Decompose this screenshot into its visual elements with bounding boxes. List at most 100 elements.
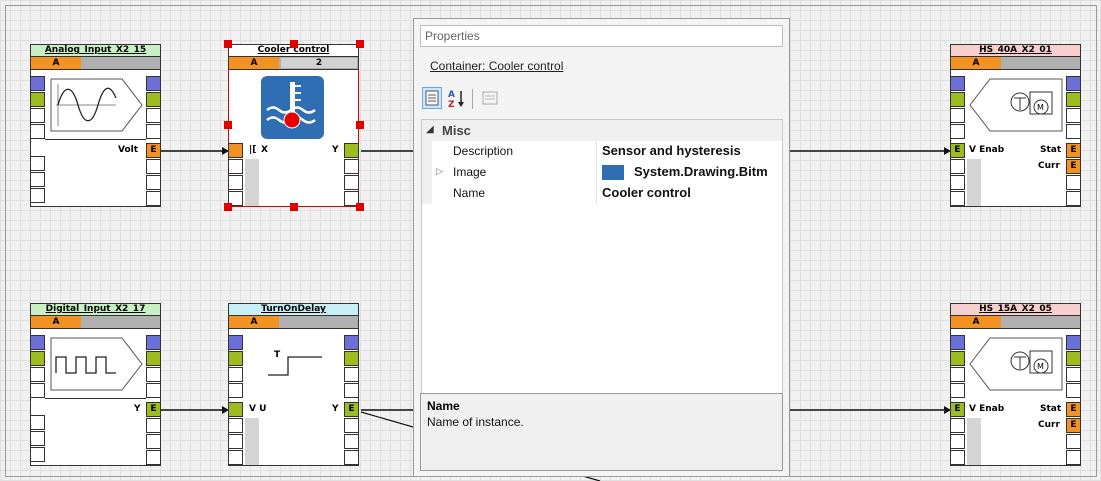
output-pin[interactable] <box>146 367 161 382</box>
hs-15a-block[interactable]: HS_15A_X2_05 A E V Enab E E Stat Curr M <box>950 303 1081 466</box>
property-pages-icon[interactable] <box>480 87 500 109</box>
output-pin-volt[interactable]: E <box>146 143 161 158</box>
input-pin[interactable] <box>30 383 45 398</box>
output-pin[interactable] <box>344 159 359 174</box>
input-pin[interactable] <box>30 76 45 91</box>
input-pin[interactable] <box>950 335 965 350</box>
analog-input-block[interactable]: Analog_Input_X2_15 A E Volt <box>30 44 161 207</box>
output-pin[interactable] <box>1066 383 1081 398</box>
output-pin[interactable] <box>146 92 161 107</box>
output-pin-y[interactable]: E <box>146 402 161 417</box>
output-pin-y[interactable] <box>344 143 359 158</box>
input-pin[interactable] <box>228 351 243 366</box>
input-pin[interactable] <box>950 92 965 107</box>
column-divider[interactable] <box>596 141 597 204</box>
output-pin[interactable] <box>146 434 161 449</box>
input-pin[interactable] <box>228 143 243 158</box>
output-pin-curr[interactable]: E <box>1066 159 1081 174</box>
input-pin[interactable] <box>30 447 45 462</box>
resize-handle-e[interactable] <box>356 121 364 129</box>
input-pin[interactable] <box>30 351 45 366</box>
input-pin[interactable] <box>950 383 965 398</box>
input-pin[interactable] <box>950 351 965 366</box>
input-pin[interactable] <box>30 172 45 187</box>
property-row-image[interactable]: ▷ Image System.Drawing.Bitm <box>422 162 782 183</box>
property-row-name[interactable]: Name Cooler control <box>422 183 782 204</box>
output-pin[interactable] <box>344 351 359 366</box>
input-pin-enab[interactable]: E <box>950 402 965 417</box>
properties-panel[interactable]: Properties Container: Cooler control A Z… <box>413 18 790 477</box>
input-pin[interactable] <box>950 124 965 139</box>
turn-on-delay-block[interactable]: TurnOnDelay A V U E Y T <box>228 303 359 466</box>
input-pin[interactable] <box>950 367 965 382</box>
resize-handle-se[interactable] <box>356 203 364 211</box>
output-pin[interactable] <box>1066 191 1081 206</box>
property-value[interactable]: Sensor and hysteresis <box>602 143 741 158</box>
property-value[interactable]: System.Drawing.Bitm <box>634 164 768 179</box>
digital-input-block[interactable]: Digital_Input_X2_17 A E Y <box>30 303 161 466</box>
input-pin[interactable] <box>228 175 243 190</box>
resize-handle-nw[interactable] <box>224 40 232 48</box>
resize-handle-ne[interactable] <box>356 40 364 48</box>
output-pin[interactable] <box>1066 175 1081 190</box>
input-pin[interactable] <box>30 188 45 203</box>
output-pin[interactable] <box>146 175 161 190</box>
input-pin[interactable] <box>30 124 45 139</box>
sort-alphabetical-icon[interactable]: A Z <box>446 87 466 110</box>
output-pin-curr[interactable]: E <box>1066 418 1081 433</box>
input-pin[interactable] <box>30 415 45 430</box>
input-pin[interactable] <box>950 108 965 123</box>
categorized-icon[interactable] <box>422 87 442 109</box>
output-pin[interactable] <box>146 418 161 433</box>
output-pin[interactable] <box>146 335 161 350</box>
input-pin[interactable] <box>950 450 965 465</box>
output-pin[interactable] <box>344 418 359 433</box>
output-pin[interactable] <box>1066 108 1081 123</box>
output-pin-stat[interactable]: E <box>1066 143 1081 158</box>
output-pin[interactable] <box>344 175 359 190</box>
input-pin[interactable] <box>228 418 243 433</box>
input-pin[interactable] <box>30 335 45 350</box>
output-pin[interactable] <box>146 383 161 398</box>
input-pin[interactable] <box>228 367 243 382</box>
container-link[interactable]: Container: Cooler control <box>430 59 563 73</box>
output-pin[interactable] <box>344 450 359 465</box>
input-pin[interactable] <box>950 76 965 91</box>
expand-icon[interactable]: ▷ <box>436 166 443 177</box>
input-pin[interactable] <box>950 191 965 206</box>
output-pin[interactable] <box>344 335 359 350</box>
input-pin[interactable] <box>30 431 45 446</box>
input-pin[interactable] <box>950 434 965 449</box>
output-pin[interactable] <box>1066 76 1081 91</box>
output-pin[interactable] <box>1066 367 1081 382</box>
hs-40a-block[interactable]: HS_40A_X2_01 A E V Enab E E Stat Curr M <box>950 44 1081 207</box>
input-pin[interactable] <box>30 108 45 123</box>
output-pin[interactable] <box>1066 335 1081 350</box>
output-pin[interactable] <box>344 367 359 382</box>
property-row-description[interactable]: Description Sensor and hysteresis <box>422 141 782 162</box>
output-pin[interactable] <box>146 76 161 91</box>
property-value[interactable]: Cooler control <box>602 185 691 200</box>
input-pin[interactable] <box>228 383 243 398</box>
output-pin[interactable] <box>146 351 161 366</box>
resize-handle-w[interactable] <box>224 121 232 129</box>
input-pin[interactable] <box>228 335 243 350</box>
input-pin[interactable] <box>228 434 243 449</box>
output-pin[interactable] <box>1066 351 1081 366</box>
input-pin[interactable] <box>228 450 243 465</box>
input-pin[interactable] <box>30 92 45 107</box>
output-pin[interactable] <box>1066 450 1081 465</box>
output-pin[interactable] <box>146 191 161 206</box>
output-pin[interactable] <box>1066 434 1081 449</box>
cooler-control-block[interactable]: Cooler control A 2 |[ X Y <box>224 40 364 211</box>
output-pin[interactable] <box>146 124 161 139</box>
input-pin[interactable] <box>30 156 45 171</box>
input-pin[interactable] <box>30 367 45 382</box>
input-pin-enab[interactable]: E <box>950 143 965 158</box>
output-pin[interactable] <box>146 108 161 123</box>
input-pin[interactable] <box>228 159 243 174</box>
output-pin[interactable] <box>344 383 359 398</box>
resize-handle-s[interactable] <box>290 203 298 211</box>
output-pin[interactable] <box>1066 92 1081 107</box>
collapse-icon[interactable]: ◢ <box>426 124 434 135</box>
